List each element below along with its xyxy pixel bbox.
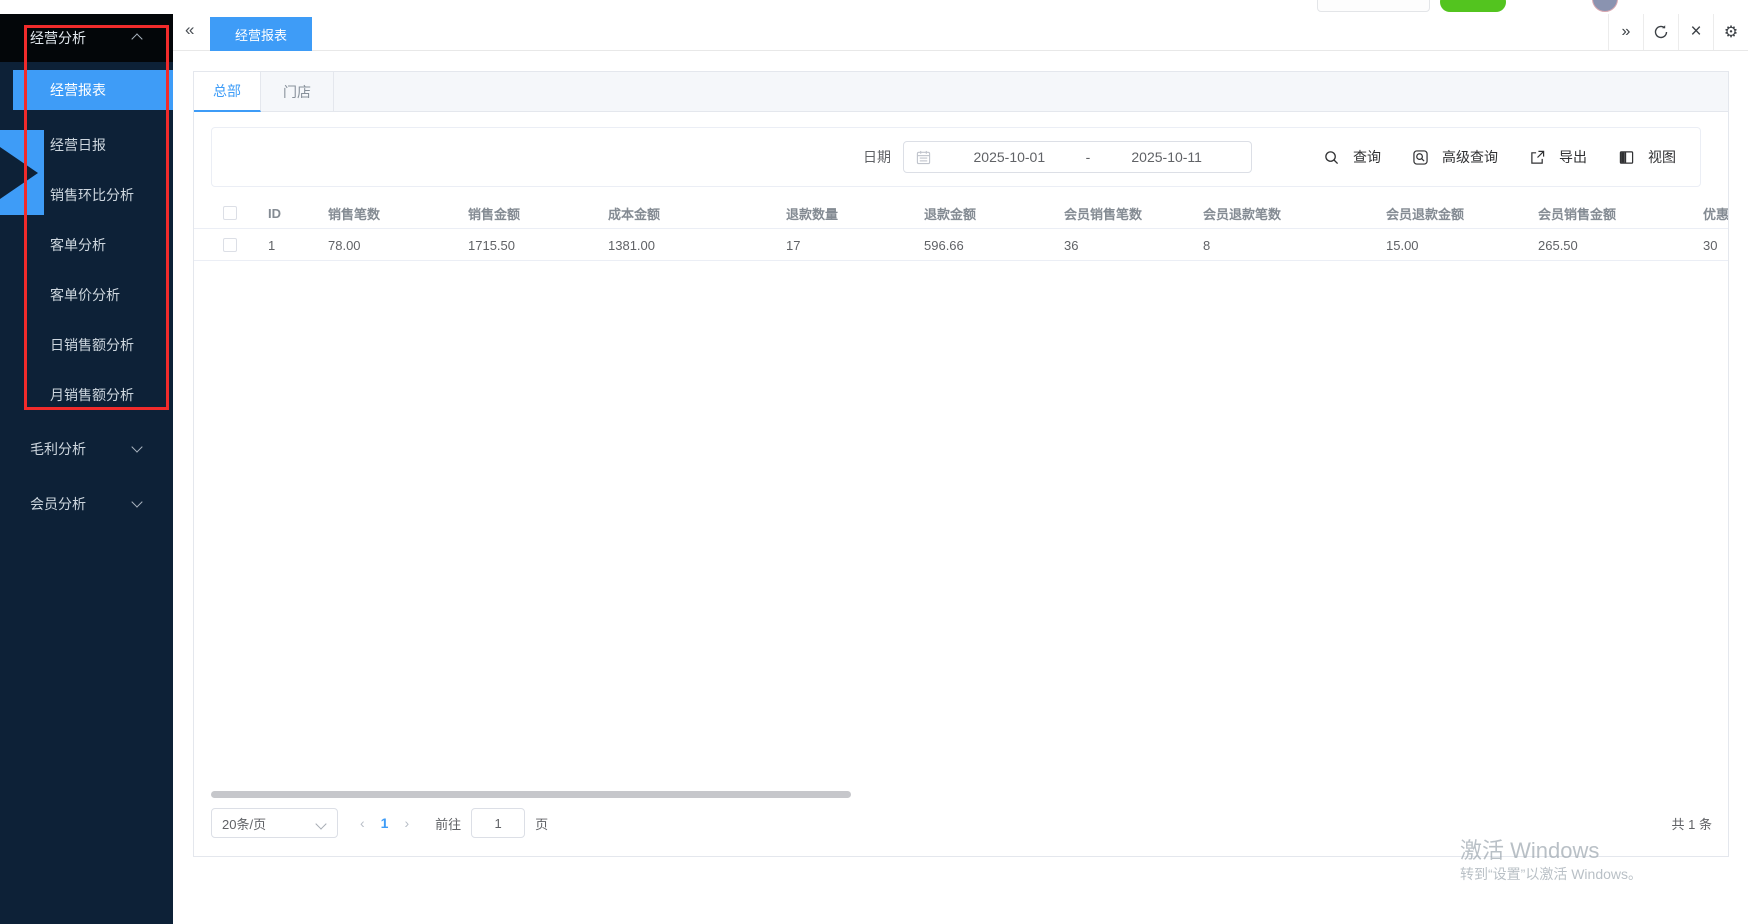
table-header-row: ID 销售笔数 销售金额 成本金额 退款数量 退款金额 会员销售笔数 会员退款笔数 会员退款金额… — [194, 197, 1729, 229]
avatar[interactable] — [1592, 0, 1618, 12]
gear-icon[interactable]: ⚙ — [1713, 13, 1748, 50]
goto-label: 前往 — [435, 816, 462, 832]
chevron-left-icon — [0, 147, 38, 199]
chevron-down-icon — [315, 818, 327, 830]
table-cell: 1715.50 — [468, 237, 515, 253]
filter-buttons: 查询 高级查询 导出 视图 — [1292, 147, 1676, 167]
tab-headquarters[interactable]: 总部 — [194, 72, 261, 112]
button-label: 导出 — [1559, 149, 1587, 165]
view-button[interactable]: 视图 — [1619, 147, 1676, 167]
table-header-cell: 退款金额 — [924, 206, 977, 222]
date-separator: - — [1085, 149, 1091, 165]
filter-panel: 日期 2025-10-01 - 2025-10-11 查询 高级查询 导出 视图 — [211, 127, 1701, 187]
table-header-cell: 销售笔数 — [328, 206, 381, 222]
table-cell: 596.66 — [924, 237, 964, 253]
table-cell: 17 — [786, 237, 801, 253]
table-header-cell: 优惠 — [1703, 206, 1729, 222]
row-checkbox[interactable] — [223, 238, 237, 252]
search-icon — [1324, 150, 1346, 165]
table-cell: 1 — [268, 237, 276, 253]
goto-page-input[interactable] — [471, 808, 526, 838]
date-start-value[interactable]: 2025-10-01 — [937, 149, 1082, 165]
advanced-search-icon — [1413, 149, 1435, 165]
page-number[interactable]: 1 — [381, 815, 389, 831]
sidebar-item[interactable]: 日销售额分析 — [13, 325, 173, 365]
next-page-button[interactable]: › — [404, 815, 409, 831]
sidebar-group-collapsed[interactable]: 会员分析 — [0, 484, 173, 524]
button-label: 视图 — [1648, 149, 1676, 165]
windows-activation-hint: 转到“设置”以激活 Windows。 — [1460, 866, 1643, 882]
chevron-down-icon — [131, 441, 143, 453]
table-cell: 8 — [1203, 237, 1211, 253]
table-header-cell: 会员退款金额 — [1386, 206, 1465, 222]
query-button[interactable]: 查询 — [1324, 147, 1381, 167]
close-icon[interactable]: × — [1678, 13, 1713, 50]
table-cell: 1381.00 — [608, 237, 655, 253]
page-size-select[interactable]: 20条/页 — [211, 808, 338, 838]
tabs-header: 总部 门店 — [194, 72, 1728, 112]
advanced-query-button[interactable]: 高级查询 — [1413, 147, 1498, 167]
export-button[interactable]: 导出 — [1530, 147, 1587, 167]
refresh-icon[interactable] — [1643, 13, 1678, 50]
content-card: 总部 门店 日期 2025-10-01 - 2025-10-11 查询 高级查询 导… — [193, 71, 1729, 857]
sidebar-item-label: 经营报表 — [50, 82, 106, 98]
table-cell: 265.50 — [1538, 237, 1578, 253]
pagination: 20条/页 ‹ 1 › 前往 页 — [211, 807, 548, 839]
table-header-cell: ID — [268, 205, 281, 221]
sidebar-item-active[interactable]: 经营报表 — [13, 70, 173, 110]
date-range-input[interactable]: 2025-10-01 - 2025-10-11 — [903, 141, 1252, 173]
page-size-value: 20条/页 — [222, 816, 267, 832]
view-icon — [1619, 150, 1641, 165]
browser-search-input[interactable] — [1317, 0, 1430, 12]
sidebar-item[interactable]: 月销售额分析 — [13, 375, 173, 415]
sidebar: 经营分析 经营报表 经营日报 销售环比分析 客单分析 客单价分析 日销售额分析 月销售额分… — [0, 13, 173, 924]
topbar: « 经营报表 » × ⚙ — [173, 13, 1748, 51]
tab-stores[interactable]: 门店 — [261, 72, 334, 112]
browser-top-strip — [0, 0, 1748, 14]
sidebar-group-label: 经营分析 — [30, 29, 86, 46]
table-cell: 15.00 — [1386, 237, 1419, 253]
table-cell: 36 — [1064, 237, 1079, 253]
table-header-cell: 销售金额 — [468, 206, 521, 222]
page-tab-active[interactable]: 经营报表 — [210, 17, 312, 51]
table-row[interactable]: 1 78.00 1715.50 1381.00 17 596.66 36 8 15.00 265.… — [194, 229, 1728, 261]
sidebar-item[interactable]: 客单价分析 — [13, 275, 173, 315]
date-end-value[interactable]: 2025-10-11 — [1094, 149, 1239, 165]
table-header-cell: 会员销售金额 — [1538, 206, 1617, 222]
date-label: 日期 — [863, 149, 891, 165]
button-label: 查询 — [1353, 149, 1381, 165]
browser-green-button[interactable] — [1440, 0, 1506, 12]
export-icon — [1530, 150, 1552, 165]
table-header-cell: 会员退款笔数 — [1203, 206, 1282, 222]
sidebar-item[interactable]: 客单分析 — [13, 225, 173, 265]
horizontal-scrollbar[interactable] — [211, 791, 851, 798]
sidebar-group-collapsed[interactable]: 毛利分析 — [0, 429, 173, 469]
chevron-down-icon — [131, 496, 143, 508]
table-header-cell: 退款数量 — [786, 206, 839, 222]
collapse-sidebar-icon[interactable]: « — [185, 20, 194, 40]
table-cell: 78.00 — [328, 237, 361, 253]
windows-activation-watermark: 激活 Windows — [1460, 838, 1600, 863]
sidebar-collapse-handle[interactable] — [0, 130, 44, 215]
button-label: 高级查询 — [1442, 149, 1498, 165]
page-unit-label: 页 — [535, 816, 549, 832]
sidebar-group-business-analysis[interactable]: 经营分析 — [0, 13, 173, 62]
select-all-checkbox[interactable] — [223, 206, 237, 220]
table-header-cell: 成本金额 — [608, 206, 661, 222]
total-count: 共 1 条 — [1671, 817, 1712, 832]
chevron-up-icon — [131, 33, 143, 45]
expand-tabs-icon[interactable]: » — [1608, 13, 1643, 50]
table-cell: 30 — [1703, 237, 1718, 253]
calendar-icon — [916, 150, 931, 165]
prev-page-button[interactable]: ‹ — [360, 815, 365, 831]
table-header-cell: 会员销售笔数 — [1064, 206, 1143, 222]
